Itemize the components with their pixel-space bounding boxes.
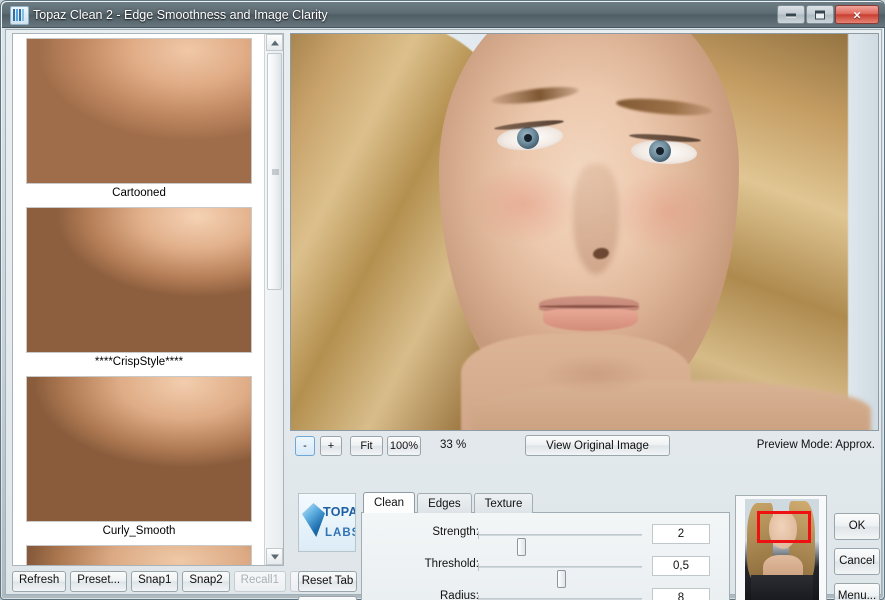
cancel-button[interactable]: Cancel [834,548,880,575]
scroll-up-button[interactable] [266,34,283,51]
window-title: Topaz Clean 2 - Edge Smoothness and Imag… [33,8,328,22]
preset-button[interactable]: Preset... [70,570,128,592]
threshold-label: Threshold: [424,558,479,570]
preset-label: Curly_Smooth [102,525,176,537]
list-item[interactable] [13,541,265,565]
close-icon: × [853,7,861,22]
portrait-photo [291,34,878,430]
preset-thumbnail[interactable] [26,545,252,565]
list-item[interactable]: Cartooned [13,34,265,203]
list-item[interactable]: Curly_Smooth [13,372,265,541]
topaz-app-icon [10,6,29,25]
preset-panel: Cartooned ****CrispStyle**** Curly_Smoot… [12,33,284,566]
navigator-selection-rect[interactable] [757,511,811,543]
preview-mode-label: Preview Mode: Approx. [756,439,875,451]
minimize-button[interactable] [777,5,805,24]
close-button[interactable]: × [835,5,879,24]
strength-slider-track[interactable] [478,531,642,556]
reset-tab-button[interactable]: Reset Tab [298,571,357,592]
preview-image-canvas[interactable] [290,33,879,431]
client-area: Cartooned ****CrispStyle**** Curly_Smoot… [5,29,882,600]
logo-line-2: LABS [325,527,355,539]
list-item[interactable]: ****CrispStyle**** [13,203,265,372]
strength-label: Strength: [432,526,479,538]
preset-button-row: Refresh Preset... Snap1 Snap2 Recall1 Re… [12,570,343,592]
tab-edges[interactable]: Edges [417,493,472,513]
tab-clean[interactable]: Clean [363,492,416,513]
gem-icon [302,503,325,537]
zoom-fit-button[interactable]: Fit [350,436,383,456]
zoom-toolbar: - + Fit 100% 33 % View Original Image Pr… [290,434,879,460]
strength-value[interactable]: 2 [652,524,710,544]
radius-value[interactable]: 8 [652,588,710,600]
preset-label: ****CrispStyle**** [94,356,184,368]
snap1-button[interactable]: Snap1 [131,570,179,592]
snap2-button[interactable]: Snap2 [182,570,230,592]
window-controls: × [777,5,879,25]
threshold-slider-track[interactable] [478,563,642,588]
title-bar[interactable]: Topaz Clean 2 - Edge Smoothness and Imag… [2,2,885,28]
navigator-panel[interactable] [735,495,827,600]
zoom-in-button[interactable]: + [320,436,342,456]
window-frame: Topaz Clean 2 - Edge Smoothness and Imag… [0,0,885,600]
settings-tabs: Clean Edges Texture [363,492,534,513]
maximize-icon [815,10,825,19]
refresh-button[interactable]: Refresh [12,570,67,592]
preset-thumbnail[interactable] [26,376,252,522]
scrollbar-thumb[interactable] [267,53,282,290]
zoom-percent-label: 33 % [440,439,467,451]
preset-list-scrollbar[interactable] [264,34,283,565]
view-original-image-button[interactable]: View Original Image [525,435,670,456]
scroll-down-button[interactable] [266,548,283,565]
chevron-up-icon [270,40,279,45]
preset-label: Cartooned [112,187,166,199]
maximize-button[interactable] [806,5,834,24]
slider-row-radius: Radius: 8 [362,586,731,600]
zoom-100-button[interactable]: 100% [387,436,421,456]
chevron-down-icon [270,554,279,559]
minimize-icon [786,13,796,16]
menu-button[interactable]: Menu... [834,583,880,600]
slider-row-threshold: Threshold: 0,5 [362,554,731,588]
preset-thumbnail[interactable] [26,38,252,184]
threshold-value[interactable]: 0,5 [652,556,710,576]
application-window: Topaz Clean 2 - Edge Smoothness and Imag… [0,0,885,600]
ok-button[interactable]: OK [834,513,880,540]
slider-row-strength: Strength: 2 [362,522,731,556]
topaz-labs-logo: TOPAZ LABS [298,493,356,552]
clean-tab-panel: Strength: 2 Threshold: 0,5 Radius: 8 [361,512,730,600]
zoom-out-button[interactable]: - [295,436,315,456]
tab-texture[interactable]: Texture [473,493,534,513]
logo-line-1: TOPAZ [323,505,355,519]
preset-list[interactable]: Cartooned ****CrispStyle**** Curly_Smoot… [13,34,265,565]
preset-thumbnail[interactable] [26,207,252,353]
radius-label: Radius: [440,590,479,600]
navigator-thumbnail[interactable] [745,499,819,600]
dialog-actions: OK Cancel Menu... [834,513,880,600]
grip-icon [272,168,279,175]
recall1-button: Recall1 [233,570,286,592]
reset-all-button[interactable]: Reset All [298,596,357,600]
reset-button-group: Reset Tab Reset All [298,571,358,600]
